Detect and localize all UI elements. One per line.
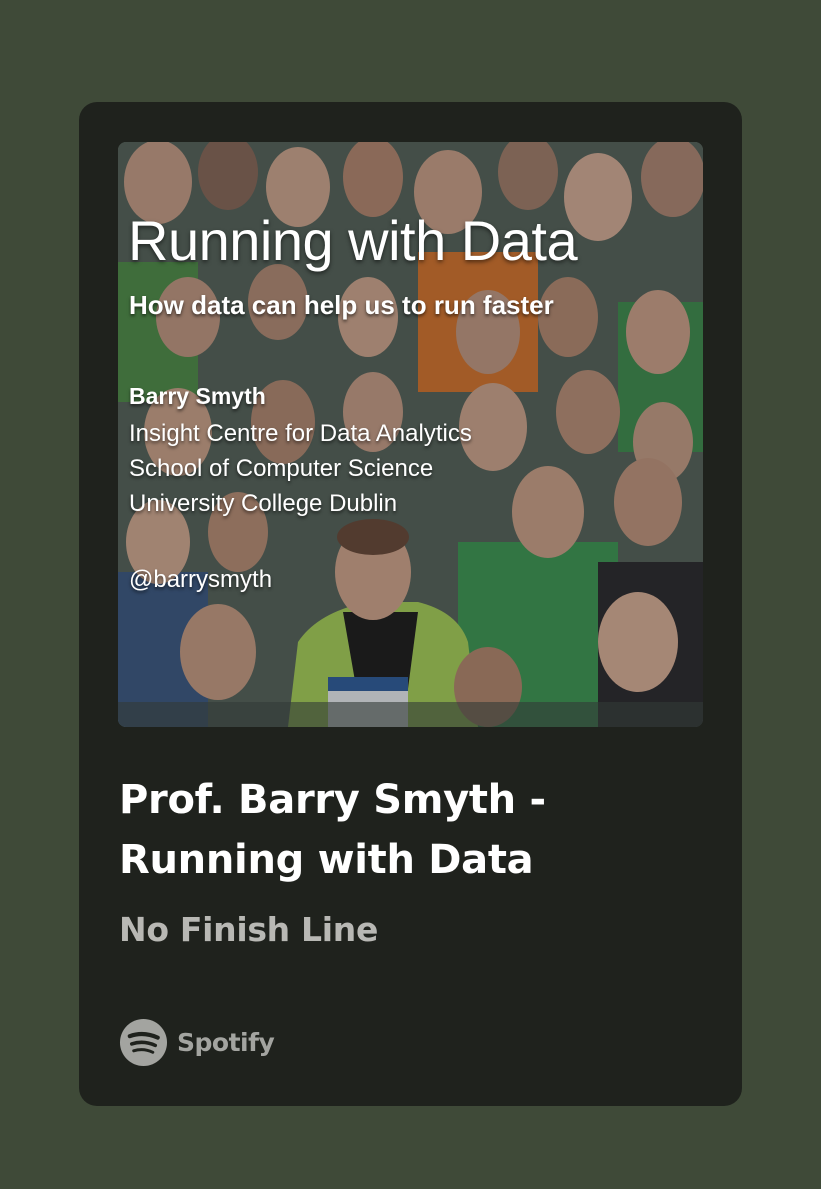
artwork-subtitle: How data can help us to run faster <box>129 290 554 320</box>
spotify-brand[interactable]: Spotify <box>119 1017 275 1067</box>
artwork-affiliation-line: University College Dublin <box>129 490 398 517</box>
episode-title-line-1: Prof. Barry Smyth - <box>119 777 546 823</box>
show-name[interactable]: No Finish Line <box>119 910 378 949</box>
artwork-handle: @barrysmyth <box>129 566 273 593</box>
episode-artwork[interactable]: Running with Data How data can help us t… <box>118 142 703 727</box>
spotify-wordmark: Spotify <box>177 1027 275 1057</box>
episode-card[interactable]: Running with Data How data can help us t… <box>79 102 742 1106</box>
artwork-title: Running with Data <box>128 209 578 272</box>
artwork-author: Barry Smyth <box>129 383 266 409</box>
artwork-affiliation-line: School of Computer Science <box>129 455 434 482</box>
episode-title-line-2: Running with Data <box>119 837 534 883</box>
artwork-affiliation-line: Insight Centre for Data Analytics <box>129 420 472 447</box>
episode-title[interactable]: Prof. Barry Smyth - Running with Data <box>119 770 709 890</box>
spotify-logo-icon <box>119 1018 168 1066</box>
